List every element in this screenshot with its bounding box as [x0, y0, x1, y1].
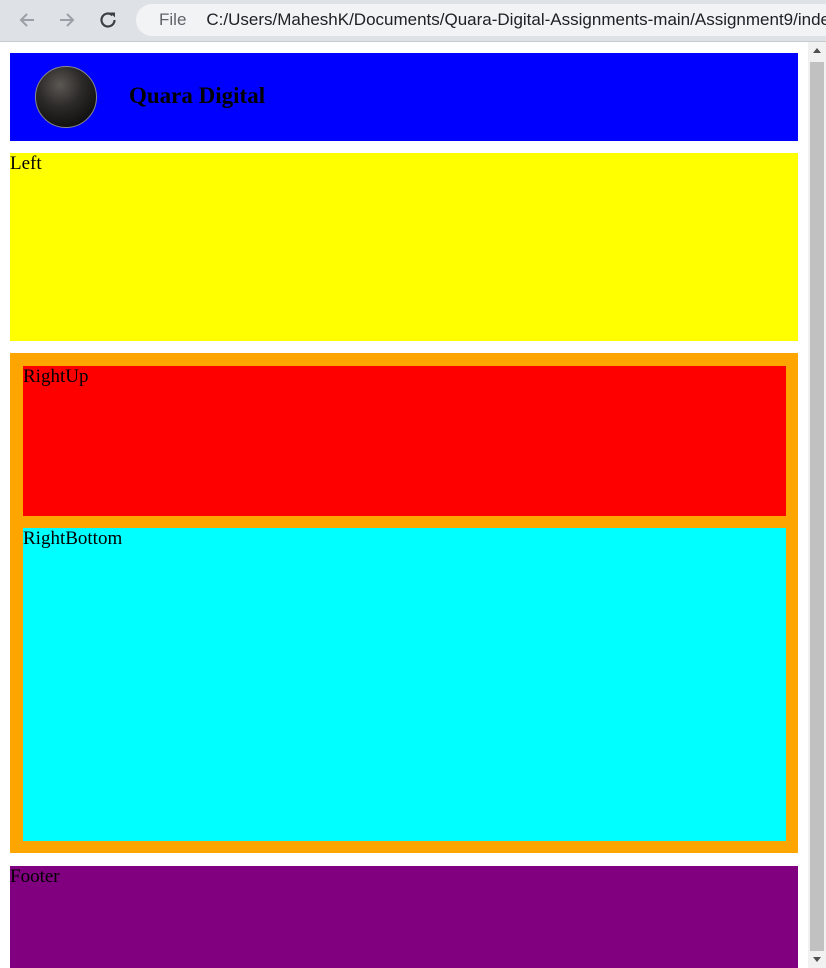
left-label: Left: [10, 153, 42, 174]
forward-arrow-icon: [60, 13, 75, 27]
header: Quara Digital: [10, 53, 798, 141]
url-text[interactable]: C:/Users/MaheshK/Documents/Quara-Digital…: [206, 10, 826, 30]
scroll-up-button[interactable]: [808, 42, 826, 59]
right-section: RightUp RightBottom: [10, 353, 798, 853]
vertical-scrollbar[interactable]: [808, 42, 826, 968]
scrollbar-thumb[interactable]: [810, 62, 824, 951]
triangle-down-icon: [813, 957, 821, 962]
left-section: Left: [10, 153, 798, 341]
right-up-label: RightUp: [23, 366, 89, 387]
page-viewport: Quara Digital Left RightUp RightBottom F…: [0, 42, 808, 968]
forward-button[interactable]: [51, 4, 83, 36]
right-bottom-section: RightBottom: [23, 528, 786, 841]
reload-button[interactable]: [92, 4, 124, 36]
right-up-section: RightUp: [23, 366, 786, 516]
avatar: [35, 66, 97, 128]
browser-toolbar: File C:/Users/MaheshK/Documents/Quara-Di…: [0, 0, 826, 42]
back-button[interactable]: [11, 4, 43, 36]
reload-icon: [100, 12, 116, 28]
footer: Footer: [10, 866, 798, 968]
footer-label: Footer: [10, 866, 60, 887]
url-scheme: File: [159, 10, 187, 29]
address-bar[interactable]: File C:/Users/MaheshK/Documents/Quara-Di…: [136, 4, 826, 36]
brand-title: Quara Digital: [129, 83, 266, 108]
right-bottom-label: RightBottom: [23, 528, 123, 549]
scroll-down-button[interactable]: [808, 951, 826, 968]
triangle-up-icon: [813, 48, 821, 53]
back-arrow-icon: [19, 13, 34, 27]
